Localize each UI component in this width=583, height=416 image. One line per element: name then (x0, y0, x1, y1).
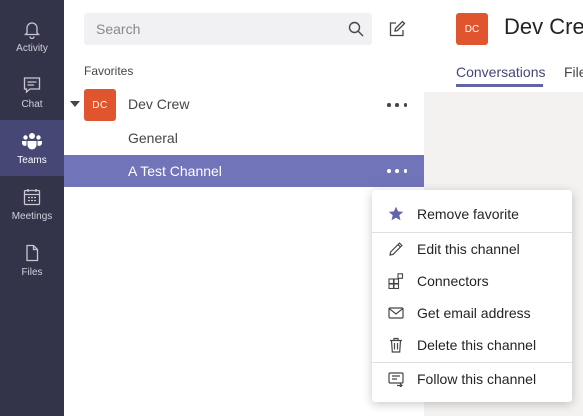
search-box[interactable] (84, 13, 372, 45)
teams-icon (21, 130, 43, 152)
rail-label-activity: Activity (16, 43, 48, 54)
team-name: Dev Crew (128, 96, 190, 112)
chat-icon (21, 74, 43, 96)
rail-item-chat[interactable]: Chat (0, 64, 64, 120)
menu-item-label: Get email address (417, 305, 531, 321)
app-rail: Activity Chat Teams Meetings Files (0, 0, 64, 416)
page-title: Dev Crew (504, 14, 583, 39)
trash-icon (388, 337, 404, 353)
teams-panel: Favorites DC Dev Crew General A Test Cha… (64, 0, 424, 416)
menu-item-label: Edit this channel (417, 241, 520, 257)
menu-item-remove-favorite[interactable]: Remove favorite (372, 198, 572, 230)
channel-context-menu: Remove favorite Edit this channel Connec… (372, 190, 572, 402)
tab-files[interactable]: Files (564, 64, 583, 80)
tab-conversations[interactable]: Conversations (456, 64, 546, 80)
channel-more-options-icon[interactable] (387, 163, 407, 179)
rail-label-teams: Teams (17, 155, 47, 166)
rail-label-chat: Chat (21, 99, 43, 110)
bell-icon (21, 18, 43, 40)
menu-item-follow-channel[interactable]: Follow this channel (372, 363, 572, 395)
channel-header: DC Dev Crew Conversations Files (424, 0, 583, 92)
rail-label-meetings: Meetings (11, 211, 53, 222)
header-team-avatar: DC (456, 13, 488, 45)
menu-item-label: Follow this channel (417, 371, 537, 387)
envelope-icon (388, 305, 404, 321)
search-input[interactable] (96, 21, 336, 37)
menu-item-connectors[interactable]: Connectors (372, 265, 572, 297)
rail-item-meetings[interactable]: Meetings (0, 176, 64, 232)
channel-name: A Test Channel (128, 163, 222, 179)
channel-row-general[interactable]: General (64, 122, 424, 154)
follow-icon (388, 371, 404, 387)
channel-row-a-test-channel[interactable]: A Test Channel (64, 155, 424, 187)
rail-item-files[interactable]: Files (0, 232, 64, 288)
menu-item-label: Connectors (417, 273, 489, 289)
rail-item-activity[interactable]: Activity (0, 8, 64, 64)
active-tab-indicator (456, 84, 543, 87)
calendar-icon (21, 186, 43, 208)
menu-item-label: Remove favorite (417, 206, 519, 222)
menu-item-get-email-address[interactable]: Get email address (372, 297, 572, 329)
star-icon (388, 206, 404, 222)
menu-item-delete-channel[interactable]: Delete this channel (372, 329, 572, 361)
pencil-icon (388, 241, 404, 257)
channel-name: General (128, 130, 178, 146)
menu-item-edit-channel[interactable]: Edit this channel (372, 233, 572, 265)
menu-item-label: Delete this channel (417, 337, 537, 353)
team-avatar: DC (84, 89, 116, 121)
rail-label-files: Files (21, 267, 43, 278)
rail-item-teams[interactable]: Teams (0, 120, 64, 176)
file-icon (21, 242, 43, 264)
favorites-label: Favorites (84, 64, 134, 78)
search-icon[interactable] (348, 21, 364, 37)
connectors-icon (388, 273, 404, 289)
compose-icon[interactable] (388, 20, 406, 38)
team-row-dev-crew[interactable]: DC Dev Crew (64, 88, 424, 122)
team-more-options-icon[interactable] (387, 97, 407, 113)
caret-down-icon[interactable] (70, 101, 80, 107)
